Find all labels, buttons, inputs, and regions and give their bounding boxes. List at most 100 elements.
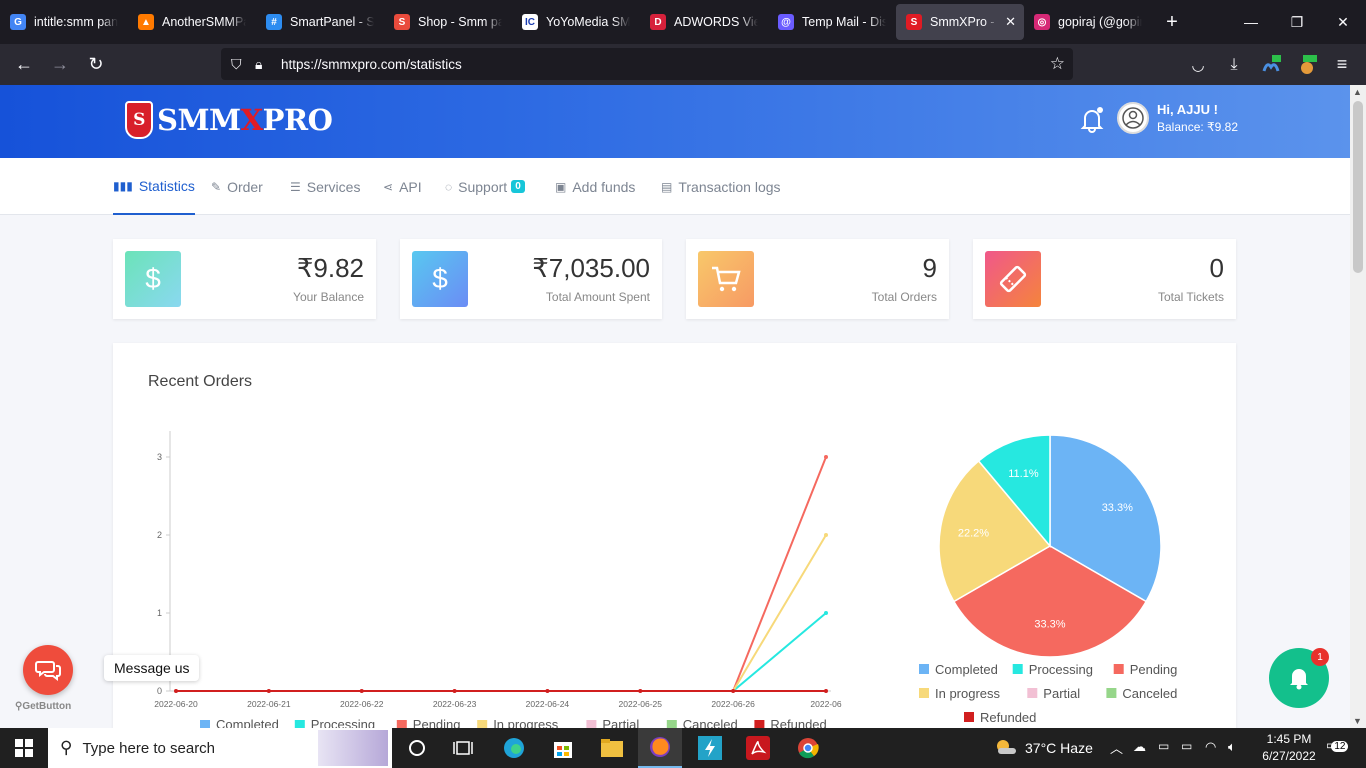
url-bar[interactable]: ⛉ 🔒︎ https://smmxpro.com/statistics ☆ <box>221 48 1073 80</box>
getbutton-label[interactable]: ⚲GetButton <box>15 701 71 712</box>
data-point[interactable] <box>824 533 828 537</box>
data-point[interactable] <box>638 689 643 693</box>
tab-title: Temp Mail - Disposable <box>802 15 886 29</box>
data-point[interactable] <box>359 689 364 693</box>
cortana-icon[interactable] <box>395 728 439 768</box>
scroll-up-icon[interactable]: ▲ <box>1353 87 1362 97</box>
y-tick-label: 0 <box>157 686 162 696</box>
bookmark-star-icon[interactable]: ☆ <box>1050 54 1065 74</box>
wifi-icon[interactable]: ◠ <box>1205 739 1216 755</box>
cart-icon <box>698 251 754 307</box>
clock[interactable]: 1:45 PM 6/27/2022 <box>1259 732 1319 763</box>
shield-icon[interactable]: ⛉ <box>231 56 247 73</box>
browser-tab[interactable]: # SmartPanel - SMM <box>256 0 384 44</box>
taskbar-search-box[interactable]: ⚲ Type here to search <box>48 728 392 768</box>
card-value: 9 <box>922 253 937 283</box>
browser-tab[interactable]: @ Temp Mail - Disposable <box>768 0 896 44</box>
browser-tab[interactable]: ◎ gopiraj (@gopiraj) <box>1024 0 1152 44</box>
pie-legend-label[interactable]: Partial <box>1043 686 1080 701</box>
data-point[interactable] <box>174 689 178 693</box>
forward-button[interactable]: → <box>42 50 78 80</box>
minimize-button[interactable]: — <box>1228 0 1274 44</box>
lock-icon[interactable]: 🔒︎ <box>255 56 271 73</box>
pie-legend-label[interactable]: Pending <box>1130 662 1178 677</box>
pie-legend-label[interactable]: Completed <box>935 662 998 677</box>
tab-favicon-icon: IC <box>522 14 538 30</box>
browser-tab[interactable]: S SmmXPro - India ✕ <box>896 4 1024 40</box>
menu-item-add-funds[interactable]: ▣ Add funds <box>555 158 635 215</box>
pie-legend-label[interactable]: In progress <box>935 686 1001 701</box>
close-tab-icon[interactable]: ✕ <box>1005 14 1016 30</box>
onedrive-icon[interactable]: ☁ <box>1133 739 1146 755</box>
pocket-icon[interactable]: ◡ <box>1180 50 1216 80</box>
weather-text[interactable]: 37°C Haze <box>1025 740 1093 756</box>
store-icon[interactable] <box>541 728 585 768</box>
menu-item-transaction-logs[interactable]: ▤ Transaction logs <box>661 158 781 215</box>
data-point[interactable] <box>824 689 828 693</box>
download-icon[interactable]: ⤓ <box>1216 50 1252 80</box>
new-tab-button[interactable]: + <box>1152 11 1192 34</box>
data-point[interactable] <box>824 455 828 459</box>
pie-legend-label[interactable]: Canceled <box>1122 686 1177 701</box>
edit-icon: ✎ <box>211 179 222 194</box>
volume-icon[interactable]: 🔈︎ <box>1228 739 1236 755</box>
site-logo[interactable]: S SMM X PRO <box>125 101 333 139</box>
list-icon: ☰ <box>290 179 301 194</box>
action-center-icon[interactable]: ▭12 <box>1326 738 1349 752</box>
chevron-up-icon[interactable]: ︿ <box>1110 738 1123 757</box>
tab-title: ADWORDS Views <box>674 15 758 29</box>
data-point[interactable] <box>824 611 828 615</box>
data-point[interactable] <box>731 689 736 693</box>
file-explorer-icon[interactable] <box>590 728 634 768</box>
browser-tab[interactable]: Gintitle:smm panel <box>0 0 128 44</box>
x-tick-label: 2022-06-20 <box>154 699 198 709</box>
windows-start-icon[interactable] <box>2 728 46 768</box>
getbutton-chat-button[interactable] <box>23 645 73 695</box>
url-text[interactable]: https://smmxpro.com/statistics <box>281 57 462 72</box>
browser-tab[interactable]: ▲ AnotherSMMPanel <box>128 0 256 44</box>
user-menu[interactable]: Hi, AJJU ! Balance: ₹9.82 <box>1117 102 1238 134</box>
close-window-button[interactable]: ✕ <box>1320 0 1366 44</box>
notification-bell-icon[interactable] <box>1080 107 1104 133</box>
scroll-down-icon[interactable]: ▼ <box>1353 716 1362 726</box>
browser-tab[interactable]: IC YoYoMedia SMM <box>512 0 640 44</box>
chrome-icon[interactable] <box>786 728 830 768</box>
reload-button[interactable]: ↻ <box>78 50 114 80</box>
main-menu: ▮▮▮ Statistics ✎ Order ☰ Services ⋖ API ◌ Sup… <box>0 158 1350 215</box>
menu-item-statistics[interactable]: ▮▮▮ Statistics <box>113 158 195 215</box>
tab-favicon-icon: @ <box>778 14 794 30</box>
browser-tab[interactable]: D ADWORDS Views <box>640 0 768 44</box>
scrollbar-thumb[interactable] <box>1353 101 1363 273</box>
share-icon: ⋖ <box>383 179 394 194</box>
edge-icon[interactable] <box>492 728 536 768</box>
weather-icon[interactable] <box>994 738 1016 754</box>
acrobat-icon[interactable] <box>736 728 780 768</box>
task-view-icon[interactable] <box>441 728 485 768</box>
browser-tab[interactable]: S Shop - Smm panel <box>384 0 512 44</box>
app-bolt-icon[interactable] <box>688 728 732 768</box>
message-us-tooltip[interactable]: Message us <box>104 655 200 681</box>
menu-item-support[interactable]: ◌ Support 0 <box>445 158 525 215</box>
data-point[interactable] <box>545 689 550 693</box>
extension-in-icon[interactable] <box>1253 50 1289 80</box>
menu-item-order[interactable]: ✎ Order <box>211 158 263 215</box>
menu-item-services[interactable]: ☰ Services <box>290 158 360 215</box>
pie-legend-label[interactable]: Refunded <box>980 710 1036 725</box>
avatar[interactable] <box>1117 102 1149 134</box>
pie-legend-label[interactable]: Processing <box>1029 662 1093 677</box>
page-scrollbar[interactable]: ▲ ▼ <box>1350 85 1366 728</box>
back-button[interactable]: ← <box>6 50 42 80</box>
meet-now-icon[interactable]: ▭ <box>1158 739 1169 753</box>
app-menu-icon[interactable]: ≡ <box>1324 50 1360 80</box>
firefox-icon[interactable] <box>638 728 682 768</box>
battery-icon[interactable]: ▭ <box>1181 739 1192 753</box>
logo-text-smm: SMM <box>157 103 241 137</box>
maximize-button[interactable]: ❐ <box>1274 0 1320 44</box>
data-point[interactable] <box>266 689 271 693</box>
card-total-spent: $ ₹7,035.00 Total Amount Spent <box>400 239 662 319</box>
menu-item-api[interactable]: ⋖ API <box>383 158 422 215</box>
tab-favicon-icon: ▲ <box>138 14 154 30</box>
extension-bur-icon[interactable] <box>1289 50 1325 80</box>
data-point[interactable] <box>452 689 457 693</box>
tab-favicon-icon: G <box>10 14 26 30</box>
